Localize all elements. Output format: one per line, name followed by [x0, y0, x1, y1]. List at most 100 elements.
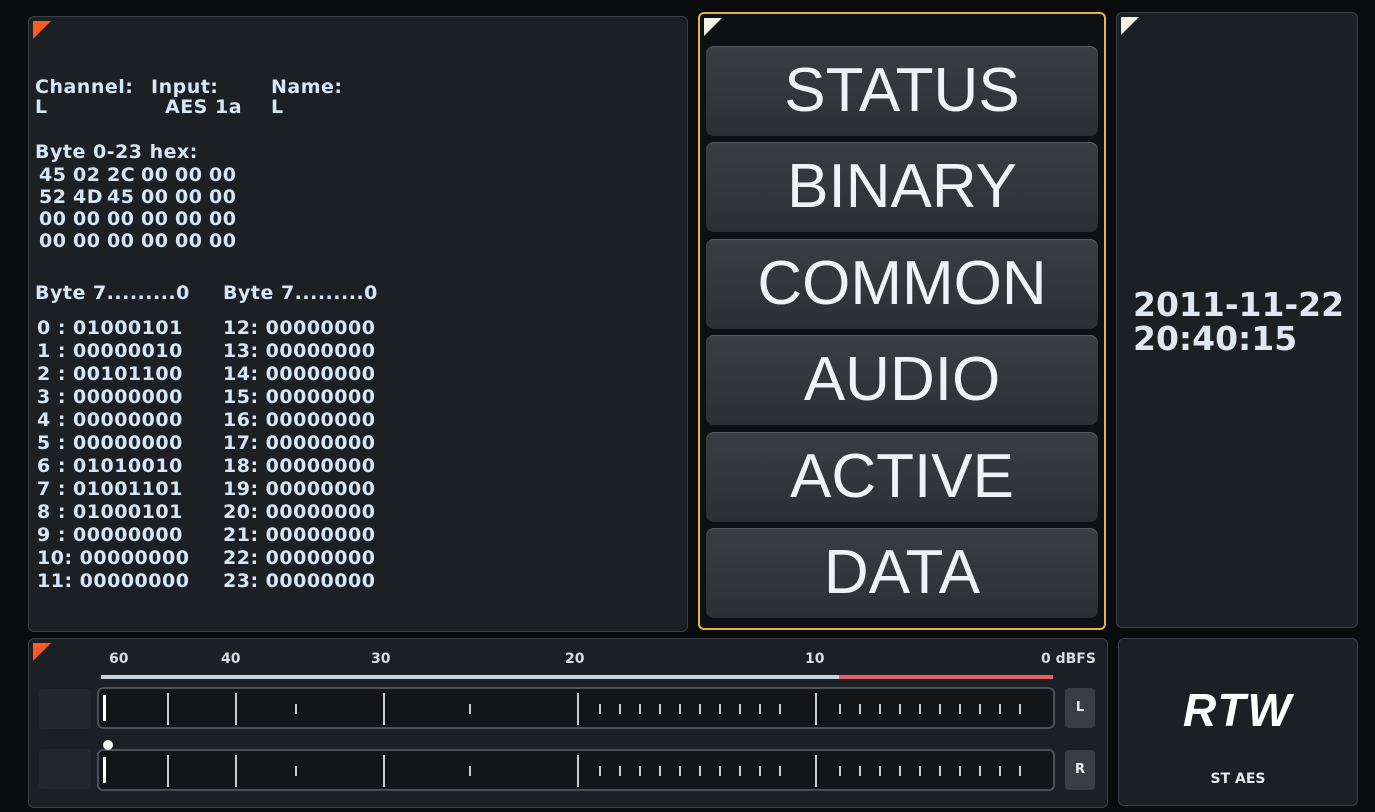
binary-row: 21: 00000000 — [223, 524, 376, 546]
hex-byte: 00 — [141, 186, 169, 208]
menu-button-status[interactable]: STATUS — [706, 46, 1098, 136]
name-label: Name: — [271, 76, 343, 98]
meter-major-tick — [815, 755, 817, 787]
name-value: L — [271, 96, 284, 118]
hex-byte: 00 — [175, 164, 203, 186]
hex-byte: 45 — [107, 186, 135, 208]
meter-minor-tick — [469, 704, 471, 714]
meter-minor-tick — [639, 704, 641, 714]
meter-minor-tick — [899, 704, 901, 714]
binary-row: 16: 00000000 — [223, 409, 376, 431]
hex-byte: 00 — [175, 186, 203, 208]
hex-byte: 00 — [39, 208, 67, 230]
binary-row: 13: 00000000 — [223, 340, 376, 362]
meter-minor-tick — [699, 766, 701, 776]
hex-byte: 52 — [39, 186, 67, 208]
binary-row: 18: 00000000 — [223, 455, 376, 477]
menu-button-audio[interactable]: AUDIO — [706, 335, 1098, 425]
meter-major-tick — [235, 755, 237, 787]
hex-byte: 00 — [209, 208, 237, 230]
meter-minor-tick — [739, 704, 741, 714]
meter-major-tick — [383, 693, 385, 725]
binary-row: 4 : 00000000 — [37, 409, 183, 431]
menu-button-binary[interactable]: BINARY — [706, 142, 1098, 232]
scale-label-10: 10 — [805, 651, 825, 667]
menu-button-data[interactable]: DATA — [706, 528, 1098, 618]
meter-minor-tick — [839, 766, 841, 776]
hex-row: 52 4D 45 00 00 00 — [39, 186, 243, 208]
binary-row: 2 : 00101100 — [37, 363, 183, 385]
menu-button-active[interactable]: ACTIVE — [706, 432, 1098, 522]
hex-byte: 00 — [209, 164, 237, 186]
channel-status-panel: Channel: L Input: AES 1a Name: L Byte 0-… — [28, 16, 688, 632]
meter-minor-tick — [879, 766, 881, 776]
meter-minor-tick — [759, 766, 761, 776]
meter-minor-tick — [979, 766, 981, 776]
input-value: AES 1a — [165, 96, 243, 118]
hex-byte: 00 — [209, 186, 237, 208]
meter-minor-tick — [899, 766, 901, 776]
meter-minor-tick — [469, 766, 471, 776]
meter-minor-tick — [839, 704, 841, 714]
binary-title-right: Byte 7.........0 — [223, 282, 378, 304]
time-display: 20:40:15 — [1133, 319, 1298, 358]
scale-label-0-dbfs: 0 dBFS — [1041, 651, 1096, 667]
hex-byte: 00 — [73, 230, 101, 252]
binary-row: 22: 00000000 — [223, 547, 376, 569]
binary-row: 5 : 00000000 — [37, 432, 183, 454]
meter-minor-tick — [999, 704, 1001, 714]
peak-dot — [103, 740, 113, 750]
meter-minor-tick — [619, 766, 621, 776]
datetime-panel: 2011-11-22 20:40:15 — [1116, 12, 1358, 628]
binary-row: 23: 00000000 — [223, 570, 376, 592]
binary-row: 10: 00000000 — [37, 547, 190, 569]
panel-corner-marker — [33, 643, 51, 661]
hex-byte: 00 — [209, 230, 237, 252]
meter-major-tick — [383, 755, 385, 787]
menu-button-common[interactable]: COMMON — [706, 239, 1098, 329]
meter-minor-tick — [859, 766, 861, 776]
logo-panel: RTW ST AES — [1118, 638, 1358, 806]
meter-minor-tick — [879, 704, 881, 714]
binary-row: 17: 00000000 — [223, 432, 376, 454]
input-field: Input: AES 1a — [151, 77, 242, 117]
channel-button-r[interactable]: R — [1065, 750, 1095, 790]
scale-line-over — [839, 675, 1053, 679]
meter-minor-tick — [659, 766, 661, 776]
meter-minor-tick — [999, 766, 1001, 776]
binary-row: 6 : 01010010 — [37, 455, 183, 477]
channel-button-l[interactable]: L — [1065, 688, 1095, 728]
hex-byte: 4D — [73, 186, 103, 208]
hex-byte: 00 — [175, 208, 203, 230]
channel-field: Channel: L — [35, 77, 133, 117]
meter-minor-tick — [939, 704, 941, 714]
meter-minor-tick — [1019, 704, 1021, 714]
meter-major-tick — [577, 693, 579, 725]
binary-row: 9 : 00000000 — [37, 524, 183, 546]
hex-byte: 00 — [175, 230, 203, 252]
scale-label-20: 20 — [565, 651, 585, 667]
meter-minor-tick — [719, 766, 721, 776]
hex-byte: 02 — [73, 164, 101, 186]
rtw-logo: RTW — [1183, 684, 1293, 736]
binary-row: 7 : 01001101 — [37, 478, 183, 500]
binary-row: 1 : 00000010 — [37, 340, 183, 362]
meter-stub-left — [39, 689, 91, 729]
hex-byte: 00 — [141, 230, 169, 252]
meter-minor-tick — [1019, 766, 1021, 776]
meter-stub-right — [39, 749, 91, 789]
meter-minor-tick — [919, 766, 921, 776]
meter-minor-tick — [959, 704, 961, 714]
meter-major-tick — [235, 693, 237, 725]
meter-major-tick — [167, 693, 169, 725]
binary-title-left: Byte 7.........0 — [35, 282, 190, 304]
meter-minor-tick — [979, 704, 981, 714]
hex-byte: 00 — [107, 230, 135, 252]
scale-line-normal — [101, 675, 839, 679]
meter-major-tick — [167, 755, 169, 787]
hex-title: Byte 0-23 hex: — [35, 141, 198, 163]
binary-column-right: 12: 00000000 13: 00000000 14: 00000000 15: … — [223, 317, 375, 593]
device-subtitle: ST AES — [1210, 771, 1266, 787]
name-field: Name: L — [271, 77, 343, 117]
hex-grid: 45 02 2C 00 00 00 52 4D 45 00 00 00 00 00 00 00 00 00 00 00… — [39, 164, 243, 252]
